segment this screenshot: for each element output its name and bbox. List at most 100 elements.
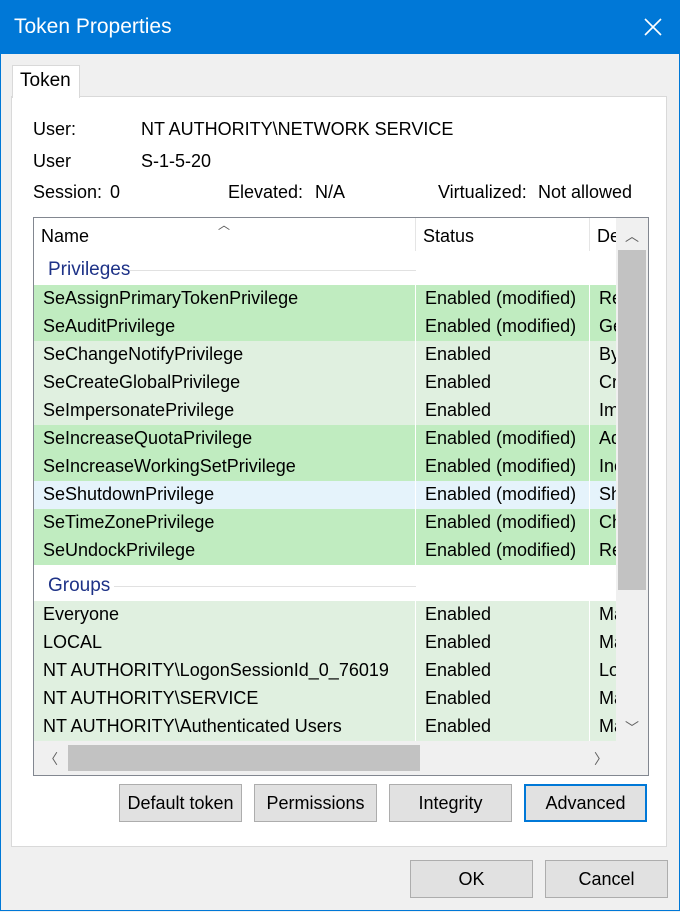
virtualized-value: Not allowed bbox=[538, 182, 633, 202]
window-title: Token Properties bbox=[14, 15, 172, 38]
horizontal-scroll-thumb[interactable] bbox=[68, 745, 420, 771]
vertical-scrollbar[interactable]: ︿ ﹀ bbox=[616, 218, 648, 741]
list-item[interactable]: SeAssignPrimaryTokenPrivilege Enabled (mo… bbox=[34, 285, 630, 313]
list-cell-name: NT AUTHORITY\SERVICE bbox=[34, 685, 416, 713]
elevated-label: Elevated: bbox=[228, 182, 304, 202]
list-item[interactable]: SeImpersonatePrivilege Enabled Im bbox=[34, 397, 630, 425]
list-cell-name-text: SeIncreaseWorkingSetPrivilege bbox=[43, 456, 296, 476]
group-header: Groups bbox=[34, 571, 616, 601]
list-cell-name: SeUndockPrivilege bbox=[34, 537, 416, 565]
list-item[interactable]: SeUndockPrivilege Enabled (modified) Re bbox=[34, 537, 630, 565]
scroll-right-icon[interactable]: 〉 bbox=[594, 749, 608, 769]
advanced-button[interactable]: Advanced bbox=[524, 784, 647, 822]
list-cell-status-text: Enabled (modified) bbox=[425, 456, 577, 476]
scroll-up-icon[interactable]: ︿ bbox=[625, 226, 639, 246]
list-header: Name ︿ Status De bbox=[34, 218, 648, 251]
privileges-listview[interactable]: Name ︿ Status De Privileges SeAssignPrima… bbox=[33, 217, 649, 776]
list-cell-status: Enabled bbox=[416, 657, 590, 685]
list-item[interactable]: SeTimeZonePrivilege Enabled (modified) Ch bbox=[34, 509, 630, 537]
list-cell-status-text: Enabled (modified) bbox=[425, 540, 577, 560]
list-item[interactable]: LOCAL Enabled Ma bbox=[34, 629, 630, 657]
list-cell-status: Enabled bbox=[416, 685, 590, 713]
list-cell-name-text: NT AUTHORITY\LogonSessionId_0_76019 bbox=[43, 660, 389, 680]
list-cell-name-text: Everyone bbox=[43, 604, 120, 624]
group-divider bbox=[130, 270, 416, 271]
title-bar: Token Properties bbox=[0, 0, 680, 54]
list-cell-status-text: Enabled bbox=[425, 716, 492, 736]
list-cell-name-text: SeImpersonatePrivilege bbox=[43, 400, 235, 420]
ok-button[interactable]: OK bbox=[410, 860, 533, 898]
list-item[interactable]: SeIncreaseQuotaPrivilege Enabled (modifie… bbox=[34, 425, 630, 453]
list-cell-name: SeIncreaseWorkingSetPrivilege bbox=[34, 453, 416, 481]
list-cell-status-text: Enabled (modified) bbox=[425, 484, 577, 504]
list-cell-status: Enabled bbox=[416, 369, 590, 397]
column-name[interactable]: Name ︿ bbox=[34, 218, 416, 251]
scroll-left-icon[interactable]: 〈 bbox=[44, 749, 58, 769]
list-item[interactable]: NT AUTHORITY\Authenticated Users Enabled M… bbox=[34, 713, 630, 741]
tab-token-label: Token bbox=[20, 70, 71, 91]
list-item[interactable]: SeChangeNotifyPrivilege Enabled By bbox=[34, 341, 630, 369]
group-divider bbox=[114, 586, 416, 587]
sid-label: User bbox=[33, 151, 72, 171]
scroll-down-icon[interactable]: ﹀ bbox=[625, 718, 639, 738]
list-cell-name-text: SeTimeZonePrivilege bbox=[43, 512, 215, 532]
elevated-value: N/A bbox=[315, 182, 346, 202]
list-cell-name: NT AUTHORITY\LogonSessionId_0_76019 bbox=[34, 657, 416, 685]
tab-token[interactable]: Token bbox=[12, 65, 80, 98]
list-cell-name: SeAuditPrivilege bbox=[34, 313, 416, 341]
list-cell-name: LOCAL bbox=[34, 629, 416, 657]
list-cell-status-text: Enabled bbox=[425, 632, 492, 652]
list-cell-name-text: SeChangeNotifyPrivilege bbox=[43, 344, 244, 364]
list-cell-name-text: SeAssignPrimaryTokenPrivilege bbox=[43, 288, 299, 308]
list-cell-name: NT AUTHORITY\Authenticated Users bbox=[34, 713, 416, 741]
virtualized-label: Virtualized: bbox=[438, 182, 527, 202]
group-header: Privileges bbox=[34, 255, 616, 285]
list-cell-name: SeShutdownPrivilege bbox=[34, 481, 416, 509]
list-item[interactable]: SeCreateGlobalPrivilege Enabled Cr bbox=[34, 369, 630, 397]
list-item[interactable]: SeAuditPrivilege Enabled (modified) Ge bbox=[34, 313, 630, 341]
list-cell-status: Enabled (modified) bbox=[416, 537, 590, 565]
close-icon bbox=[644, 18, 662, 36]
list-cell-status: Enabled bbox=[416, 713, 590, 741]
list-cell-status: Enabled bbox=[416, 601, 590, 629]
list-cell-name: SeCreateGlobalPrivilege bbox=[34, 369, 416, 397]
list-cell-status-text: Enabled bbox=[425, 688, 492, 708]
column-name-label: Name bbox=[41, 226, 90, 246]
vertical-scroll-thumb[interactable] bbox=[618, 250, 646, 590]
list-item[interactable]: NT AUTHORITY\LogonSessionId_0_76019 Enabl… bbox=[34, 657, 630, 685]
list-cell-status-text: Enabled bbox=[425, 660, 492, 680]
list-body: Privileges SeAssignPrimaryTokenPrivilege E… bbox=[34, 255, 630, 741]
list-cell-status: Enabled (modified) bbox=[416, 425, 590, 453]
list-cell-status: Enabled (modified) bbox=[416, 285, 590, 313]
session-label: Session: bbox=[33, 182, 103, 202]
list-item[interactable]: SeShutdownPrivilege Enabled (modified) Sh bbox=[34, 481, 630, 509]
list-cell-status: Enabled bbox=[416, 397, 590, 425]
user-value: NT AUTHORITY\NETWORK SERVICE bbox=[141, 119, 454, 139]
list-cell-name-text: SeShutdownPrivilege bbox=[43, 484, 215, 504]
list-cell-name: SeImpersonatePrivilege bbox=[34, 397, 416, 425]
list-cell-name-text: NT AUTHORITY\SERVICE bbox=[43, 688, 259, 708]
list-item[interactable]: SeIncreaseWorkingSetPrivilege Enabled (mo… bbox=[34, 453, 630, 481]
session-value: 0 bbox=[110, 182, 121, 202]
integrity-button[interactable]: Integrity bbox=[389, 784, 512, 822]
cancel-button[interactable]: Cancel bbox=[545, 860, 668, 898]
horizontal-scrollbar[interactable]: 〈 〉 bbox=[34, 741, 648, 775]
list-item[interactable]: NT AUTHORITY\SERVICE Enabled Ma bbox=[34, 685, 630, 713]
list-cell-name-text: SeIncreaseQuotaPrivilege bbox=[43, 428, 253, 448]
column-status[interactable]: Status bbox=[416, 218, 590, 251]
list-cell-status-text: Enabled bbox=[425, 372, 492, 392]
list-cell-name-text: SeCreateGlobalPrivilege bbox=[43, 372, 241, 392]
list-cell-status-text: Enabled (modified) bbox=[425, 428, 577, 448]
default-token-button[interactable]: Default token bbox=[119, 784, 242, 822]
list-cell-status: Enabled bbox=[416, 629, 590, 657]
list-cell-name: SeAssignPrimaryTokenPrivilege bbox=[34, 285, 416, 313]
list-item[interactable]: Everyone Enabled Ma bbox=[34, 601, 630, 629]
list-cell-status-text: Enabled (modified) bbox=[425, 316, 577, 336]
close-button[interactable] bbox=[626, 0, 680, 54]
list-cell-status-text: Enabled (modified) bbox=[425, 512, 577, 532]
list-cell-status-text: Enabled bbox=[425, 400, 492, 420]
list-cell-name-text: SeAuditPrivilege bbox=[43, 316, 176, 336]
permissions-button[interactable]: Permissions bbox=[254, 784, 377, 822]
list-cell-name-text: SeUndockPrivilege bbox=[43, 540, 196, 560]
list-cell-status: Enabled bbox=[416, 341, 590, 369]
